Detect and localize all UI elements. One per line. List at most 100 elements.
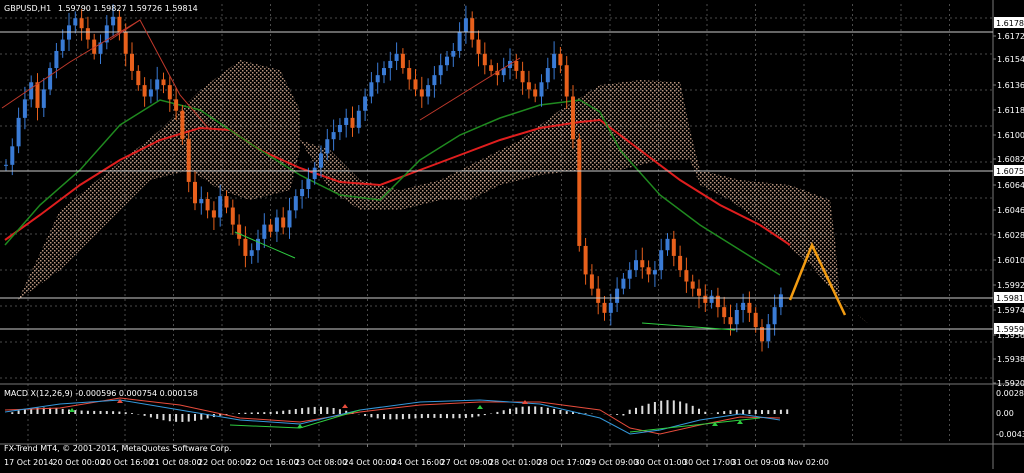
candle-body	[243, 238, 248, 256]
candle-body	[73, 18, 78, 26]
price-marker-label: 1.59814	[996, 294, 1024, 303]
candle-body	[274, 217, 279, 232]
macd-label: MACD X(12,26,9) -0.000596 0.000754 0.000…	[4, 389, 198, 398]
chart-window[interactable]: 1.61787 1.61725 1.61545 1.61365 1.61185 1.610…	[0, 0, 1024, 469]
candle-body	[665, 238, 670, 251]
candle-body	[186, 139, 191, 182]
price-marker-label: 1.60750	[996, 167, 1024, 176]
time-tick-label: 21 Oct 08:00	[150, 458, 202, 467]
candle-body	[388, 60, 393, 69]
candle-body	[174, 99, 179, 111]
candle-body	[640, 260, 645, 268]
candle-body	[237, 224, 242, 239]
candle-body	[608, 302, 613, 313]
candle-body	[319, 153, 323, 168]
candle-body	[218, 196, 223, 218]
time-tick-label: 31 Oct 09:00	[732, 458, 784, 467]
candle-body	[48, 68, 53, 90]
candle-body	[363, 96, 368, 111]
candle-body	[199, 198, 204, 204]
candle-body	[413, 79, 418, 90]
candle-body	[470, 18, 475, 40]
time-tick-label: 20 Oct 16:00	[101, 458, 153, 467]
candle-body	[451, 50, 456, 57]
candle-body	[571, 96, 575, 140]
candle-body	[344, 117, 349, 125]
time-tick-label: 22 Oct 00:00	[198, 458, 250, 467]
candle-body	[526, 82, 531, 90]
candle-body	[394, 53, 399, 61]
candle-body	[29, 82, 34, 100]
candle-body	[652, 270, 657, 275]
candle-body	[646, 267, 651, 275]
candle-body	[489, 65, 494, 71]
candle-body	[621, 278, 626, 289]
candle-body	[4, 164, 8, 166]
candle-body	[438, 65, 443, 76]
candle-body	[577, 139, 582, 246]
time-tick-label: 27 Oct 09:00	[441, 458, 493, 467]
candle-body	[728, 317, 733, 325]
time-tick-label: 29 Oct 09:00	[586, 458, 638, 467]
candle-body	[671, 238, 676, 256]
price-tick-label: 1.60105	[997, 256, 1024, 265]
price-tick-label: 1.61005	[997, 131, 1024, 140]
candle-body	[312, 167, 317, 180]
candle-body	[10, 146, 15, 165]
candle	[180, 105, 185, 145]
candle-body	[256, 238, 260, 251]
candle-body	[583, 245, 588, 275]
candle-body	[558, 53, 563, 66]
price-tick-label: 1.59385	[997, 355, 1024, 364]
candle-body	[356, 110, 361, 128]
candle-body	[230, 207, 235, 225]
candle-body	[533, 89, 538, 97]
candle-body	[130, 53, 134, 71]
candle-body	[16, 117, 21, 147]
candle-body	[678, 255, 683, 271]
candle-body	[369, 82, 374, 97]
candle-body	[382, 68, 386, 76]
candle-body	[300, 189, 305, 197]
candle-body	[482, 53, 487, 66]
candle-body	[22, 99, 27, 118]
candle-body	[545, 68, 550, 83]
price-tick-label: 1.59745	[997, 306, 1024, 315]
price-tick-label: 1.60645	[997, 181, 1024, 190]
time-tick-label: 28 Oct 01:00	[489, 458, 541, 467]
price-tick-label: 1.60465	[997, 206, 1024, 215]
price-tick-label: 1.60285	[997, 231, 1024, 240]
candle-body	[552, 53, 557, 69]
candle-body	[564, 65, 569, 97]
candle-body	[224, 196, 229, 208]
candle-body	[741, 302, 746, 310]
candle-body	[111, 16, 116, 26]
candle-body	[41, 89, 46, 108]
symbol-label: GBPUSD,H1 1.59790 1.59827 1.59726 1.5981…	[4, 4, 198, 13]
macd-tick-label: 0.00	[996, 409, 1014, 418]
price-chart[interactable]: 1.61787 1.61725 1.61545 1.61365 1.61185 1.610…	[0, 0, 1024, 469]
candle-body	[715, 295, 720, 308]
candle-body	[117, 16, 122, 33]
candle-body	[634, 260, 638, 271]
candle-body	[463, 18, 468, 33]
candle-body	[293, 196, 298, 211]
candle-body	[684, 270, 689, 282]
candle-body	[142, 85, 147, 97]
candle-body	[350, 117, 355, 128]
candle-body	[627, 270, 632, 279]
candle-body	[615, 288, 620, 303]
candle-body	[161, 79, 166, 86]
candle-body	[419, 89, 424, 97]
copyright-label: FX-Trend MT4, © 2001-2014, MetaQuotes So…	[4, 444, 232, 453]
candle	[577, 133, 582, 252]
candle-body	[753, 312, 758, 328]
time-tick-label: 24 Oct 16:00	[392, 458, 444, 467]
candle-body	[602, 302, 607, 313]
candle-body	[262, 224, 267, 239]
candle-body	[476, 39, 481, 54]
candle-body	[407, 68, 412, 80]
time-tick-label: 3 Nov 02:00	[780, 458, 829, 467]
candle-body	[211, 210, 216, 218]
time-tick-label: 23 Oct 08:00	[295, 458, 347, 467]
